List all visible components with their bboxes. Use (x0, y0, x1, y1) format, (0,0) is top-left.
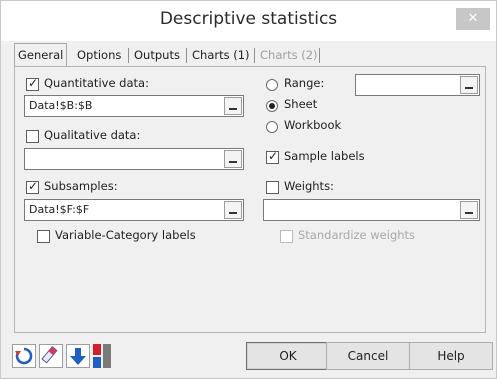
reset-icon (15, 347, 33, 365)
ok-button[interactable]: OK (246, 342, 330, 370)
tab-outputs[interactable]: Outputs (131, 45, 183, 65)
quantitative-data-checkbox[interactable]: ✓ (26, 76, 39, 91)
close-button[interactable]: ✕ (456, 8, 490, 30)
collapse-icon (465, 87, 473, 89)
arrow-down-icon (70, 348, 86, 365)
reset-button[interactable] (12, 344, 36, 368)
subsamples-value: Data!$F:$F (29, 203, 90, 216)
variable-category-labels-label: Variable-Category labels (55, 228, 196, 242)
quantitative-data-field[interactable]: Data!$B:$B (24, 95, 244, 117)
close-icon: ✕ (467, 11, 479, 26)
tab-charts-2: Charts (2) (260, 48, 318, 62)
tab-general[interactable]: General (14, 43, 68, 67)
checkmark-icon: ✓ (28, 76, 39, 90)
sample-labels-checkbox[interactable]: ✓ (266, 149, 279, 164)
eraser-icon (41, 345, 58, 364)
tab-separator (128, 48, 129, 63)
subsamples-field[interactable]: Data!$F:$F (24, 199, 244, 221)
weights-checkbox[interactable] (266, 181, 279, 194)
qualitative-data-checkbox[interactable] (26, 130, 39, 143)
variable-category-labels-checkbox[interactable] (37, 230, 50, 243)
collapse-icon (229, 108, 237, 110)
radio-selected-dot (269, 103, 275, 109)
general-panel: ✓ Quantitative data: Data!$B:$B Qualitat… (14, 66, 486, 333)
checkmark-icon: ✓ (268, 149, 279, 163)
collapse-icon (229, 212, 237, 214)
tab-separator (319, 48, 320, 63)
subsamples-label: Subsamples: (44, 179, 118, 193)
range-select-button[interactable] (224, 150, 242, 168)
subsamples-checkbox[interactable]: ✓ (26, 179, 39, 194)
cancel-button[interactable]: Cancel (326, 342, 410, 370)
range-select-button[interactable] (460, 76, 478, 94)
standardize-weights-checkbox (280, 230, 293, 243)
workbook-label: Workbook (284, 118, 342, 132)
tab-separator (254, 48, 255, 63)
collapse-icon (229, 161, 237, 163)
quantitative-data-label: Quantitative data: (44, 76, 149, 90)
standardize-weights-label: Standardize weights (298, 228, 416, 242)
range-radio[interactable] (266, 79, 278, 91)
qualitative-data-field[interactable] (24, 148, 244, 170)
tab-separator (186, 48, 187, 63)
range-label: Range: (284, 76, 325, 90)
qualitative-data-label: Qualitative data: (44, 128, 141, 142)
xlstat-grid-icon (93, 344, 111, 368)
help-button[interactable]: Help (409, 342, 493, 370)
range-select-button[interactable] (224, 97, 242, 115)
weights-label: Weights: (284, 179, 334, 193)
weights-field[interactable] (263, 199, 480, 221)
tab-charts-1[interactable]: Charts (1) (189, 45, 253, 65)
range-field[interactable] (355, 74, 480, 96)
checkmark-icon: ✓ (28, 179, 39, 193)
sample-labels-label: Sample labels (284, 149, 365, 163)
move-down-button[interactable] (66, 344, 90, 368)
dialog-title: Descriptive statistics (159, 9, 338, 29)
workbook-radio[interactable] (266, 121, 278, 133)
xlstat-button[interactable] (93, 344, 111, 368)
descriptive-statistics-dialog: Descriptive statistics ✕ General Options… (0, 0, 497, 379)
sheet-label: Sheet (284, 97, 318, 111)
collapse-icon (465, 212, 473, 214)
title-bar: Descriptive statistics ✕ (1, 1, 496, 41)
tab-options[interactable]: Options (74, 45, 124, 65)
range-select-button[interactable] (224, 201, 242, 219)
quantitative-data-value: Data!$B:$B (29, 99, 93, 112)
sheet-radio[interactable] (266, 100, 278, 112)
range-select-button[interactable] (460, 201, 478, 219)
clear-button[interactable] (39, 344, 63, 368)
